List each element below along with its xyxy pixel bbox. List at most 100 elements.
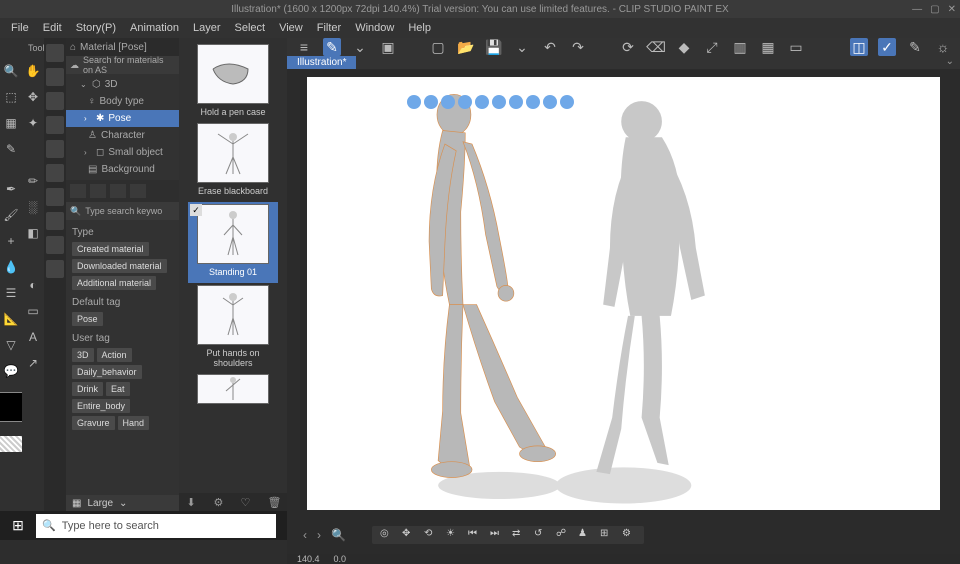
menu-story[interactable]: Story(P) (69, 20, 123, 36)
chip-drink[interactable]: Drink (72, 382, 103, 396)
balloon-tool-icon[interactable]: 💬 (2, 362, 20, 380)
chip-eat[interactable]: Eat (106, 382, 130, 396)
thumb-extra[interactable] (188, 374, 278, 404)
thumb-hands-shoulders[interactable]: Put hands on shoulders (188, 285, 278, 372)
figure-3d[interactable] (307, 77, 940, 510)
pen-tool-icon[interactable]: ✒ (2, 180, 20, 198)
assist-icon[interactable]: ☼ (934, 38, 952, 56)
thumb-hold-pen[interactable]: Hold a pen case (188, 44, 278, 121)
start-button[interactable]: ⊞ (0, 511, 36, 540)
prev-frame-icon[interactable]: ⏮ (468, 528, 482, 542)
snap-special-icon[interactable]: ✎ (906, 38, 924, 56)
keyword-search-row[interactable]: 🔍 Type search keywo (66, 202, 179, 220)
chevron-down-icon[interactable]: ⌄ (351, 38, 369, 56)
menu-file[interactable]: File (4, 20, 36, 36)
tree-small-object[interactable]: ›◻Small object (66, 144, 179, 161)
menu-select[interactable]: Select (228, 20, 273, 36)
tree-body-type[interactable]: ♀Body type (66, 93, 179, 110)
pencil-tool-icon[interactable]: ✏ (24, 172, 42, 190)
flip-icon[interactable]: ⇄ (512, 528, 526, 542)
material-search-row[interactable]: ☁ Search for materials on AS (66, 56, 179, 74)
frame-tool-icon[interactable]: ▭ (24, 302, 42, 320)
bone-icon[interactable]: ☍ (556, 528, 570, 542)
subtool-icon[interactable] (46, 44, 64, 62)
magnify-tool-icon[interactable]: 🔍 (2, 62, 20, 80)
next-icon[interactable]: › (315, 528, 323, 542)
blend-tool-icon[interactable]: ☰ (2, 284, 20, 302)
subtool-icon[interactable] (46, 236, 64, 254)
hand-tool-icon[interactable]: ✋ (24, 62, 42, 80)
reset-icon[interactable]: ↺ (534, 528, 548, 542)
pose-control-icon[interactable] (543, 95, 557, 109)
save-icon[interactable]: 💾 (485, 38, 503, 56)
taskbar-search[interactable]: 🔍 Type here to search (36, 514, 276, 538)
sparkle-tool-icon[interactable]: ✦ (24, 114, 42, 132)
panel-icon[interactable] (70, 184, 86, 198)
download-icon[interactable]: ⬇ (187, 496, 199, 508)
chevron-down-icon[interactable]: ⌄ (119, 498, 127, 509)
pose-control-icon[interactable] (509, 95, 523, 109)
gradient-tool-icon[interactable]: ◐ (24, 276, 42, 294)
chip-pose[interactable]: Pose (72, 312, 103, 326)
menu-edit[interactable]: Edit (36, 20, 69, 36)
tree-3d[interactable]: ⌄⬡3D (66, 76, 179, 93)
footer-size-label[interactable]: Large (87, 498, 113, 509)
tab-illustration[interactable]: Illustration* (287, 56, 356, 69)
correction-tool-icon[interactable]: ↗ (24, 354, 42, 372)
camera-icon[interactable]: ◎ (380, 528, 394, 542)
menu-icon[interactable]: ≡ (295, 38, 313, 56)
subtool-icon[interactable] (46, 116, 64, 134)
subtool-icon[interactable] (46, 212, 64, 230)
eraser-tool-icon[interactable]: ◧ (24, 224, 42, 242)
pose-control-icon[interactable] (475, 95, 489, 109)
close-button[interactable]: ✕ (948, 4, 956, 15)
snap-grid-icon[interactable]: ◫ (850, 38, 868, 56)
fill-icon[interactable]: ◆ (675, 38, 693, 56)
zoom-out-icon[interactable]: 🔍 (329, 528, 348, 542)
footer-icon[interactable]: ▦ (72, 498, 81, 509)
panel-icon[interactable] (130, 184, 146, 198)
pose-control-icon[interactable] (492, 95, 506, 109)
chip-additional[interactable]: Additional material (72, 276, 156, 290)
thumb-erase-blackboard[interactable]: Erase blackboard (188, 123, 278, 200)
scale-icon[interactable]: ⤢ (703, 38, 721, 56)
pose-control-icon[interactable] (407, 95, 421, 109)
subtool-icon[interactable] (46, 92, 64, 110)
menu-help[interactable]: Help (401, 20, 438, 36)
plus-tool-icon[interactable]: + (2, 232, 20, 250)
pose-control-icon[interactable] (424, 95, 438, 109)
register-icon[interactable]: ⊞ (600, 528, 614, 542)
menu-animation[interactable]: Animation (123, 20, 186, 36)
marquee2-tool-icon[interactable]: ▦ (2, 114, 20, 132)
pose-control-icon[interactable] (560, 95, 574, 109)
eyedropper-tool-icon[interactable]: ✎ (2, 140, 20, 158)
settings-icon[interactable]: ⚙ (622, 528, 636, 542)
canvas-viewport[interactable]: ‹ › 🔍 ◎ ✥ ⟲ ☀ ⏮ ⏭ ⇄ ↺ ☍ ♟ ⊞ ⚙ (287, 69, 960, 554)
undo-icon[interactable]: ↶ (541, 38, 559, 56)
chevron-down-icon[interactable]: ⌄ (513, 38, 531, 56)
chip-daily[interactable]: Daily_behavior (72, 365, 142, 379)
tone-icon[interactable]: ▥ (731, 38, 749, 56)
chip-entire[interactable]: Entire_body (72, 399, 130, 413)
pose-control-icon[interactable] (458, 95, 472, 109)
tree-character[interactable]: ♙Character (66, 127, 179, 144)
fill-tool-icon[interactable]: 💧 (2, 258, 20, 276)
trash-icon[interactable]: 🗑 (268, 496, 280, 508)
minimize-button[interactable]: — (912, 4, 922, 15)
menu-view[interactable]: View (272, 20, 310, 36)
ruler-tool-icon[interactable]: 📐 (2, 310, 20, 328)
canvas[interactable] (307, 77, 940, 510)
move-icon[interactable]: ✥ (402, 528, 416, 542)
prev-icon[interactable]: ‹ (301, 528, 309, 542)
menu-filter[interactable]: Filter (310, 20, 348, 36)
subtool-icon[interactable] (46, 68, 64, 86)
chip-action[interactable]: Action (97, 348, 132, 362)
menu-window[interactable]: Window (348, 20, 401, 36)
snap-ruler-icon[interactable]: ✓ (878, 38, 896, 56)
spray-tool-icon[interactable]: ░ (24, 198, 42, 216)
brush-tool-icon[interactable]: 🖌 (2, 206, 20, 224)
pose-control-icon[interactable] (441, 95, 455, 109)
pose-manager-icon[interactable]: ♟ (578, 528, 592, 542)
chip-created[interactable]: Created material (72, 242, 149, 256)
loading-icon[interactable]: ⟳ (619, 38, 637, 56)
